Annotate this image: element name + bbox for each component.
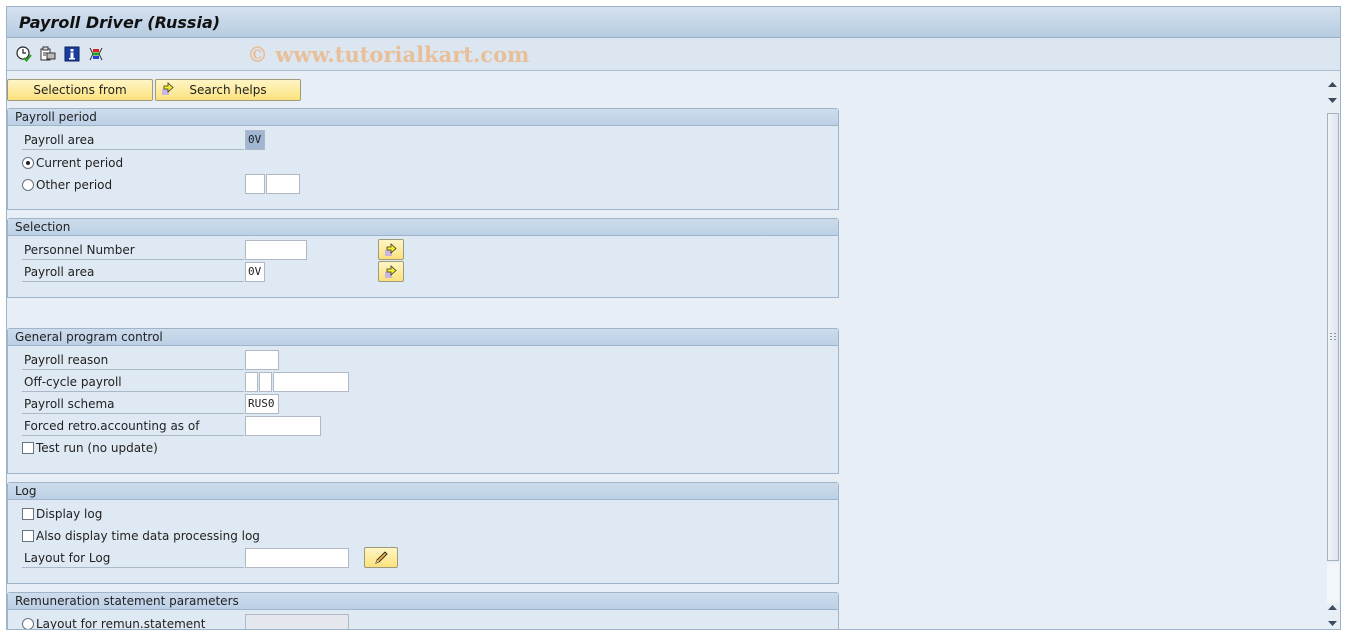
personnel-number-multiple-selection-button[interactable] — [378, 239, 404, 260]
group-title: Remuneration statement parameters — [8, 593, 838, 610]
personnel-number-label: Personnel Number — [22, 240, 244, 260]
payroll-schema-label: Payroll schema — [22, 394, 244, 414]
grip-icon — [1330, 333, 1336, 340]
test-run-row[interactable]: Test run (no update) — [22, 438, 158, 458]
personnel-number-field[interactable] — [245, 240, 307, 260]
scroll-down-button[interactable] — [1326, 94, 1339, 107]
payroll-area-label: Payroll area — [22, 130, 244, 150]
selection-payroll-area-label: Payroll area — [22, 262, 244, 282]
forced-retro-label: Forced retro.accounting as of — [22, 416, 244, 436]
sap-window: Payroll Driver (Russia) © www.tutorialka… — [6, 6, 1341, 630]
title-bar: Payroll Driver (Russia) — [7, 7, 1340, 38]
pencil-icon — [375, 550, 388, 564]
group-title: General program control — [8, 329, 838, 346]
group-title: Payroll period — [8, 109, 838, 126]
other-period-radio-row[interactable]: Other period — [22, 175, 112, 195]
off-cycle-label: Off-cycle payroll — [22, 372, 244, 392]
group-title: Log — [8, 483, 838, 500]
get-variant-icon[interactable] — [39, 45, 57, 63]
scroll-down-button-bottom[interactable] — [1326, 617, 1339, 630]
display-log-checkbox[interactable] — [22, 508, 34, 520]
caret-up-icon — [1328, 82, 1337, 87]
other-period-field-2[interactable] — [266, 174, 300, 194]
current-period-label: Current period — [36, 156, 124, 170]
current-period-radio-row[interactable]: Current period — [22, 153, 123, 173]
time-data-log-label: Also display time data processing log — [36, 529, 260, 543]
group-remuneration-statement: Remuneration statement parameters Layout… — [7, 592, 839, 629]
remun-layout-radio-row[interactable]: Layout for remun.statement — [22, 614, 205, 629]
vertical-scrollbar[interactable] — [1324, 73, 1340, 629]
current-period-radio[interactable] — [22, 157, 34, 169]
program-info-icon[interactable] — [63, 45, 81, 63]
scroll-up-button-bottom[interactable] — [1326, 601, 1339, 614]
arrow-right-icon — [161, 82, 175, 99]
group-log: Log Display log Also display time data p… — [7, 482, 839, 584]
group-selection: Selection Personnel Number Payroll area … — [7, 218, 839, 298]
other-period-label: Other period — [36, 178, 113, 192]
time-data-log-row[interactable]: Also display time data processing log — [22, 526, 260, 546]
other-period-radio[interactable] — [22, 179, 34, 191]
payroll-reason-label: Payroll reason — [22, 350, 244, 370]
group-title: Selection — [8, 219, 838, 236]
group-payroll-period: Payroll period Payroll area 0V Current p… — [7, 108, 839, 210]
remun-layout-label: Layout for remun.statement — [36, 617, 206, 629]
caret-up-icon — [1328, 605, 1337, 610]
caret-down-icon — [1328, 98, 1337, 103]
scroll-up-button[interactable] — [1326, 78, 1339, 91]
selection-payroll-area-field[interactable]: 0V — [245, 262, 265, 282]
layout-for-log-field[interactable] — [245, 548, 349, 568]
test-run-label: Test run (no update) — [36, 441, 158, 455]
payroll-area-field[interactable]: 0V — [245, 130, 265, 150]
arrow-right-icon — [385, 264, 397, 278]
payroll-reason-field[interactable] — [245, 350, 279, 370]
remun-layout-field[interactable] — [245, 614, 349, 629]
forced-retro-field[interactable] — [245, 416, 321, 436]
arrow-right-icon — [385, 242, 397, 256]
scrollbar-track[interactable] — [1327, 563, 1339, 603]
page-title: Payroll Driver (Russia) — [19, 12, 221, 32]
selection-screen: Selections from Search helps Payroll per… — [7, 73, 1325, 629]
group-general-program-control: General program control Payroll reason O… — [7, 328, 839, 474]
selections-from-button[interactable]: Selections from — [7, 79, 153, 101]
watermark: © www.tutorialkart.com — [247, 42, 530, 67]
application-toolbar: © www.tutorialkart.com — [7, 38, 1340, 71]
selection-screen-icon[interactable] — [87, 45, 105, 63]
payroll-schema-field[interactable]: RUS0 — [245, 394, 279, 414]
layout-for-log-label: Layout for Log — [22, 548, 244, 568]
layout-edit-button[interactable] — [364, 547, 398, 568]
off-cycle-field-1[interactable] — [245, 372, 258, 392]
remun-layout-radio[interactable] — [22, 618, 34, 629]
off-cycle-field-2[interactable] — [259, 372, 272, 392]
execute-icon[interactable] — [15, 45, 33, 63]
other-period-field-1[interactable] — [245, 174, 265, 194]
off-cycle-field-3[interactable] — [273, 372, 349, 392]
selections-from-label: Selections from — [33, 83, 127, 97]
display-log-row[interactable]: Display log — [22, 504, 102, 524]
search-helps-label: Search helps — [189, 83, 267, 97]
payroll-area-multiple-selection-button[interactable] — [378, 261, 404, 282]
search-helps-button[interactable]: Search helps — [155, 79, 301, 101]
caret-down-icon — [1328, 621, 1337, 626]
test-run-checkbox[interactable] — [22, 442, 34, 454]
time-data-log-checkbox[interactable] — [22, 530, 34, 542]
display-log-label: Display log — [36, 507, 103, 521]
scrollbar-thumb[interactable] — [1327, 113, 1339, 561]
